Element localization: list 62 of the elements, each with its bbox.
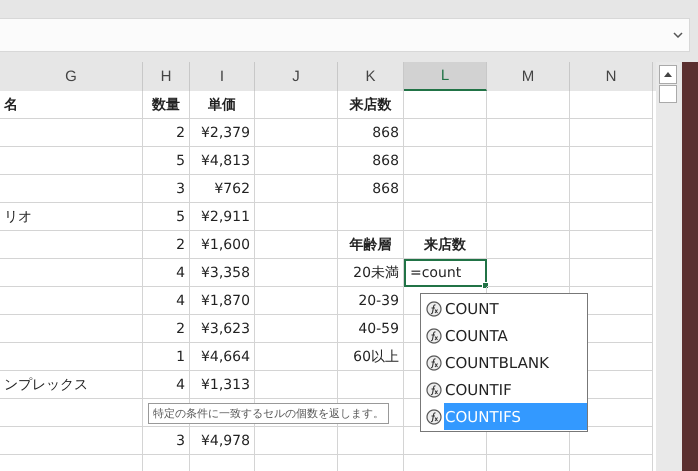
- table-cell: ¥4,978: [190, 427, 255, 455]
- function-icon: [426, 408, 442, 424]
- table-cell: ンプレックス: [0, 371, 143, 399]
- autocomplete-item[interactable]: COUNTA: [444, 322, 587, 349]
- table-cell: 4: [143, 259, 190, 287]
- table-cell: ¥4,813: [190, 147, 255, 175]
- table-cell: [338, 203, 404, 231]
- column-header[interactable]: J: [255, 62, 338, 91]
- autocomplete-item[interactable]: COUNTBLANK: [444, 349, 587, 376]
- table-cell: ¥4,664: [190, 343, 255, 371]
- table-cell: リオ: [0, 203, 143, 231]
- table-cell: 40-59: [338, 315, 404, 343]
- table-cell: 来店数: [404, 231, 487, 259]
- autocomplete-item[interactable]: COUNT: [444, 295, 587, 322]
- table-cell: 3: [143, 427, 190, 455]
- column-header[interactable]: G: [0, 62, 143, 91]
- table-cell: 868: [338, 119, 404, 147]
- table-cell: ¥1,313: [190, 371, 255, 399]
- table-cell: 単価: [190, 91, 255, 119]
- column-header[interactable]: L: [404, 62, 487, 91]
- function-icon: [426, 382, 442, 398]
- table-cell: 2: [143, 119, 190, 147]
- column-header[interactable]: N: [570, 62, 653, 91]
- table-cell: 4: [143, 287, 190, 315]
- table-cell: 2: [143, 231, 190, 259]
- table-cell: 3: [143, 175, 190, 203]
- table-cell: ¥1,600: [190, 231, 255, 259]
- table-cell: ¥2,379: [190, 119, 255, 147]
- table-cell: 4: [143, 371, 190, 399]
- tooltip: 特定の条件に一致するセルの個数を返します。: [148, 403, 389, 424]
- table-cell: 20未満: [338, 259, 404, 287]
- table-cell: 来店数: [338, 91, 404, 119]
- table-cell: 20-39: [338, 287, 404, 315]
- column-header[interactable]: H: [143, 62, 190, 91]
- scroll-thumb[interactable]: [659, 85, 677, 103]
- table-cell: 数量: [143, 91, 190, 119]
- table-cell: 2: [143, 315, 190, 343]
- cell-input[interactable]: =count: [404, 259, 487, 287]
- table-cell: 年齢層: [338, 231, 404, 259]
- table-cell: ¥762: [190, 175, 255, 203]
- function-icon: [426, 300, 442, 316]
- table-cell: 名: [0, 91, 143, 119]
- fill-handle[interactable]: [482, 282, 489, 289]
- table-cell: 1: [143, 343, 190, 371]
- triangle-up-icon: [664, 72, 672, 77]
- table-cell: [338, 427, 404, 455]
- table-cell: 5: [143, 203, 190, 231]
- table-cell: 60以上: [338, 343, 404, 371]
- chevron-down-icon[interactable]: [673, 32, 683, 38]
- column-header[interactable]: I: [190, 62, 255, 91]
- table-cell: ¥3,623: [190, 315, 255, 343]
- function-icon: [426, 328, 442, 344]
- table-cell: ¥3,358: [190, 259, 255, 287]
- scroll-up-button[interactable]: [659, 65, 677, 84]
- table-cell: ¥2,911: [190, 203, 255, 231]
- table-cell: ¥1,870: [190, 287, 255, 315]
- table-cell: 5: [143, 147, 190, 175]
- autocomplete-item[interactable]: COUNTIF: [444, 376, 587, 403]
- table-cell: 868: [338, 147, 404, 175]
- column-header[interactable]: M: [487, 62, 570, 91]
- table-cell: 868: [338, 175, 404, 203]
- function-icon: [426, 354, 442, 370]
